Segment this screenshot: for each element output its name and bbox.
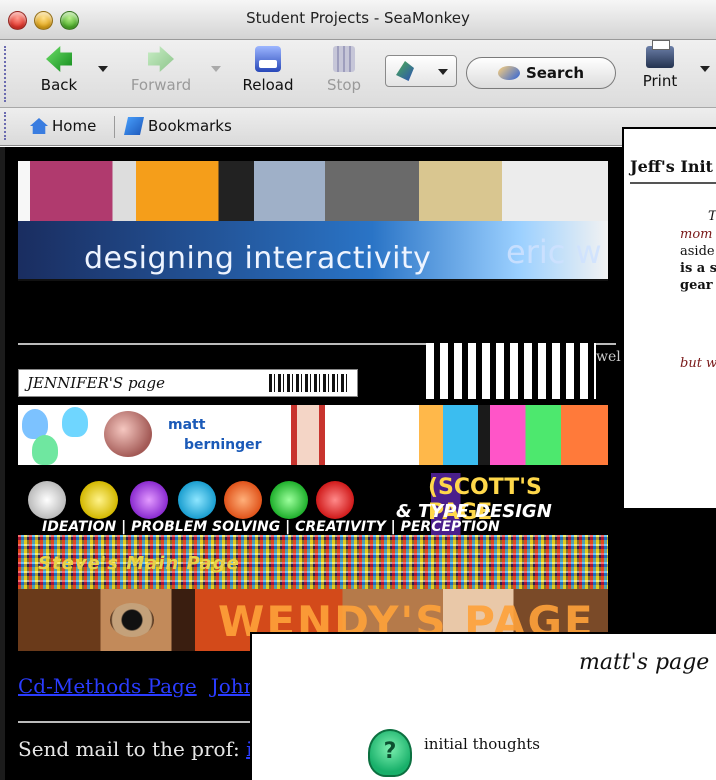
piano-keys-banner[interactable] <box>426 343 596 399</box>
window-title: Student Projects - SeaMonkey <box>246 9 470 27</box>
anatomy-graphic <box>280 405 336 465</box>
stop-button[interactable]: Stop <box>322 46 366 94</box>
chevron-down-icon <box>438 69 448 75</box>
barcode-graphic <box>269 374 349 392</box>
divider <box>630 182 716 184</box>
print-label: Print <box>642 72 678 90</box>
stop-label: Stop <box>326 76 362 94</box>
forward-label: Forward <box>130 76 192 94</box>
matt-first-name: matt <box>168 417 206 433</box>
jeff-text-line: T <box>708 209 716 224</box>
home-icon <box>30 118 48 134</box>
color-orb <box>270 481 308 519</box>
stop-icon <box>333 46 355 72</box>
toolbar-grip[interactable] <box>4 46 8 102</box>
matt-berninger-banner[interactable]: matt berninger <box>18 405 608 465</box>
back-button[interactable]: Back <box>36 46 82 94</box>
title-bar: Student Projects - SeaMonkey <box>0 0 716 40</box>
jeff-text-line: gear <box>680 278 713 293</box>
cd-methods-link[interactable]: Cd-Methods Page <box>18 674 197 698</box>
reload-icon <box>255 46 281 72</box>
navigation-toolbar: Back Forward Reload Stop Search Print <box>0 40 716 108</box>
steve-main-page-banner[interactable]: Steve's Main Page <box>18 535 608 589</box>
bookmarks-button[interactable]: Bookmarks <box>124 117 232 135</box>
jeff-text-line: but w <box>680 356 716 371</box>
question-mark: ? <box>383 739 397 764</box>
brain-graphic <box>104 411 152 457</box>
home-button[interactable]: Home <box>30 117 96 135</box>
search-engine-icon <box>396 61 414 81</box>
print-button[interactable]: Print <box>636 40 684 90</box>
bookmarks-icon <box>124 117 144 135</box>
color-orb <box>130 481 168 519</box>
home-label: Home <box>52 117 97 135</box>
question-bulb-icon[interactable]: ? <box>368 729 412 777</box>
color-orb <box>316 481 354 519</box>
designing-interactivity-banner[interactable]: designing interactivity eric w tyson <box>18 161 608 281</box>
personal-toolbar-grip[interactable] <box>4 112 8 140</box>
lightbulb-icon <box>32 435 58 465</box>
matt-last-name: berninger <box>184 437 262 453</box>
jeff-text-line: is a s <box>680 261 716 276</box>
color-orb <box>28 481 66 519</box>
reload-label: Reload <box>242 76 294 94</box>
jeff-text-line: aside <box>680 244 715 259</box>
mail-prof-line: Send mail to the prof: in <box>18 737 265 761</box>
divider <box>18 721 258 723</box>
reload-button[interactable]: Reload <box>238 46 298 94</box>
lightbulb-icon <box>62 407 88 437</box>
printer-icon <box>646 40 674 68</box>
scott-page-banner[interactable]: (SCOTT'S PAGE & TYPE DESIGN IDEATION | P… <box>18 473 608 535</box>
bookmarks-label: Bookmarks <box>148 117 232 135</box>
search-label: Search <box>525 64 585 82</box>
color-orb <box>80 481 118 519</box>
page-left-edge <box>0 147 5 780</box>
ideation-tagline: IDEATION | PROBLEM SOLVING | CREATIVITY … <box>42 519 500 535</box>
jennifer-page-banner[interactable]: JENNIFER'S page <box>18 369 358 397</box>
back-label: Back <box>40 76 78 94</box>
toolbar-separator <box>114 116 115 138</box>
forward-button[interactable]: Forward <box>126 46 196 94</box>
jennifer-page-text: JENNIFER'S page <box>27 374 165 392</box>
back-arrow-icon <box>46 46 72 72</box>
matt-page-window[interactable]: matt's page ? initial thoughts <box>250 632 716 780</box>
designing-interactivity-text: designing interactivity <box>84 241 432 276</box>
forward-history-dropdown[interactable] <box>211 66 221 72</box>
personal-toolbar: Home Bookmarks <box>0 108 716 146</box>
jeff-page-window[interactable]: Jeff's Init T mom aside is a s gear but … <box>622 127 716 510</box>
search-engine-selector[interactable] <box>385 55 457 87</box>
jeff-page-title: Jeff's Init <box>630 157 713 176</box>
steve-main-page-text: Steve's Main Page <box>38 553 240 574</box>
initial-thoughts-link[interactable]: initial thoughts <box>424 735 540 753</box>
eye-graphic <box>110 603 154 637</box>
forward-arrow-icon <box>148 46 174 72</box>
eric-banner-text: eric w <box>506 233 602 271</box>
search-icon <box>497 66 520 80</box>
color-orb <box>178 481 216 519</box>
mail-prof-text: Send mail to the prof: <box>18 737 247 761</box>
jeff-text-line: mom <box>680 227 713 242</box>
back-history-dropdown[interactable] <box>98 66 108 72</box>
print-dropdown[interactable] <box>700 66 710 72</box>
link-row: Cd-Methods Page John <box>18 674 271 698</box>
search-button[interactable]: Search <box>466 57 616 89</box>
color-orb <box>224 481 262 519</box>
matt-page-title: matt's page <box>579 650 710 675</box>
welcome-banner-text: wel <box>596 349 621 365</box>
